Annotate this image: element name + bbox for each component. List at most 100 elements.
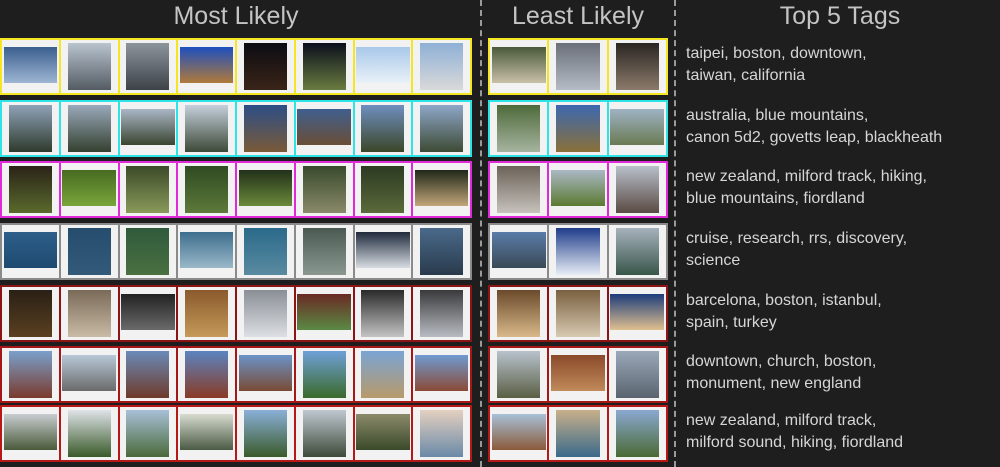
thumbnail-image[interactable] [606,348,666,401]
thumbnail-image[interactable] [117,40,177,93]
thumbnail-image[interactable] [293,407,353,460]
most-likely-header: Most Likely [173,2,299,30]
thumbnail-image[interactable] [411,102,470,155]
photo [556,290,600,337]
thumbnail-image[interactable] [2,407,59,460]
thumbnail-image[interactable] [58,163,118,216]
thumbnail-image[interactable] [293,348,353,401]
thumbnail-image[interactable] [606,163,666,216]
thumbnail-image[interactable] [293,287,353,340]
thumbnail-image[interactable] [490,102,548,155]
thumbnail-image[interactable] [235,407,294,460]
thumbnail-image[interactable] [235,163,294,216]
photo [556,43,600,90]
thumbnail-image[interactable] [547,40,607,93]
thumbnail-image[interactable] [235,40,294,93]
thumbnail-image[interactable] [490,348,548,401]
least-likely-row [488,405,668,462]
thumbnail-image[interactable] [176,102,235,155]
thumbnail-image[interactable] [176,40,235,93]
tag-line: taipei, boston, downtown, [686,45,867,62]
photo [361,351,405,398]
thumbnail-image[interactable] [547,225,607,278]
thumbnail-image[interactable] [490,225,548,278]
photo [8,290,52,337]
thumbnail-image[interactable] [2,163,59,216]
photo [126,410,170,457]
thumbnail-image[interactable] [2,102,59,155]
thumbnail-image[interactable] [2,225,59,278]
thumbnail-image[interactable] [176,287,235,340]
photo [496,290,541,337]
thumbnail-image[interactable] [293,102,353,155]
thumbnail-image[interactable] [58,348,118,401]
thumbnail-image[interactable] [352,348,412,401]
thumbnail-image[interactable] [411,225,470,278]
thumbnail-image[interactable] [411,40,470,93]
thumbnail-image[interactable] [2,348,59,401]
photo [615,228,660,275]
photo [420,105,464,152]
thumbnail-image[interactable] [606,287,666,340]
thumbnail-image[interactable] [490,163,548,216]
thumbnail-image[interactable] [293,225,353,278]
thumbnail-image[interactable] [547,287,607,340]
thumbnail-image[interactable] [58,407,118,460]
thumbnail-image[interactable] [411,287,470,340]
thumbnail-image[interactable] [547,163,607,216]
thumbnail-image[interactable] [490,407,548,460]
thumbnail-image[interactable] [352,407,412,460]
thumbnail-image[interactable] [117,163,177,216]
thumbnail-image[interactable] [547,102,607,155]
thumbnail-image[interactable] [352,163,412,216]
thumbnail-image[interactable] [352,102,412,155]
thumbnail-image[interactable] [490,40,548,93]
thumbnail-image[interactable] [117,102,177,155]
thumbnail-image[interactable] [176,225,235,278]
thumbnail-image[interactable] [117,225,177,278]
thumbnail-image[interactable] [176,407,235,460]
thumbnail-image[interactable] [606,225,666,278]
tag-list: barcelona, boston, istanbul, spain, turke… [686,290,996,334]
thumbnail-image[interactable] [235,225,294,278]
photo [243,290,287,337]
thumbnail-image[interactable] [606,407,666,460]
thumbnail-image[interactable] [606,102,666,155]
thumbnail-image[interactable] [58,287,118,340]
most-likely-row [0,405,472,462]
photo [243,410,287,457]
thumbnail-image[interactable] [547,348,607,401]
photo [556,105,600,152]
thumbnail-image[interactable] [490,287,548,340]
thumbnail-image[interactable] [411,163,470,216]
thumbnail-image[interactable] [411,348,470,401]
thumbnail-image[interactable] [117,407,177,460]
thumbnail-image[interactable] [176,348,235,401]
thumbnail-image[interactable] [352,225,412,278]
thumbnail-image[interactable] [58,225,118,278]
thumbnail-image[interactable] [352,287,412,340]
thumbnail-image[interactable] [58,102,118,155]
photo [126,351,170,398]
thumbnail-image[interactable] [293,163,353,216]
thumbnail-image[interactable] [235,287,294,340]
thumbnail-image[interactable] [235,348,294,401]
thumbnail-image[interactable] [117,287,177,340]
photo [356,47,410,84]
photo [243,43,287,90]
thumbnail-image[interactable] [411,407,470,460]
thumbnail-image[interactable] [58,40,118,93]
thumbnail-image[interactable] [293,40,353,93]
thumbnail-image[interactable] [606,40,666,93]
photo [491,414,546,451]
least-likely-row [488,38,668,95]
thumbnail-image[interactable] [2,287,59,340]
thumbnail-image[interactable] [2,40,59,93]
thumbnail-image[interactable] [352,40,412,93]
photo [67,290,111,337]
photo [302,43,346,90]
thumbnail-image[interactable] [235,102,294,155]
thumbnail-image[interactable] [176,163,235,216]
thumbnail-image[interactable] [547,407,607,460]
thumbnail-image[interactable] [117,348,177,401]
